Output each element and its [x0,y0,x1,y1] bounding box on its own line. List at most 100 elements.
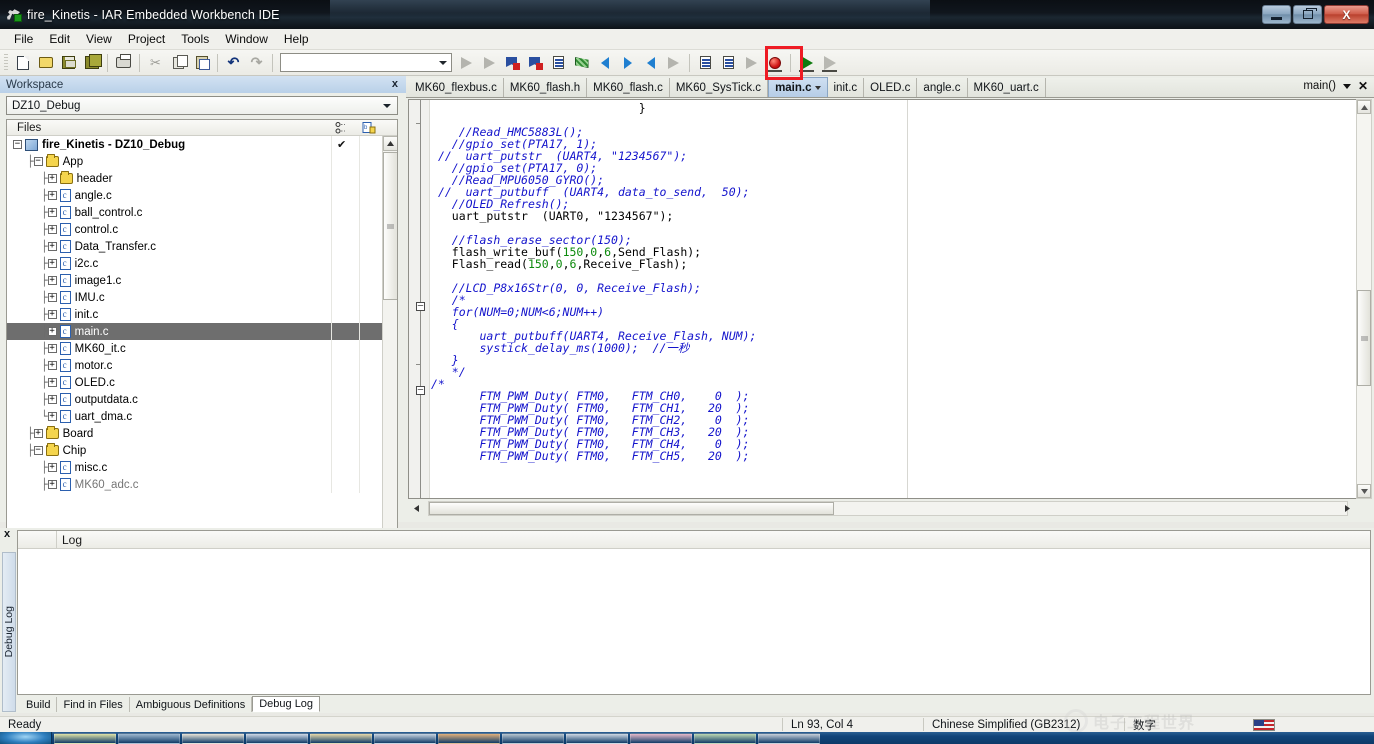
scroll-up-arrow[interactable] [383,136,397,151]
menu-tools[interactable]: Tools [173,30,217,49]
menu-window[interactable]: Window [217,30,276,49]
tree-item-outputdata-c[interactable]: ├+ outputdata.c [7,391,383,408]
editor-tab-mk60-flash-h[interactable]: MK60_flash.h [504,78,588,97]
tree-item-main-c[interactable]: ├+ main.c [7,323,383,340]
tree-expander-toggle[interactable]: + [47,395,57,404]
fold-marker-collapse[interactable]: – [416,302,425,311]
tree-item-mk60-it-c[interactable]: ├+ MK60_it.c [7,340,383,357]
tree-expander-toggle[interactable]: + [47,225,57,234]
scroll-up-arrow[interactable] [1357,100,1371,114]
tree-item-init-c[interactable]: ├+ init.c [7,306,383,323]
hscroll-right-arrow[interactable] [1339,501,1354,516]
maximize-button[interactable] [1293,5,1322,24]
save-icon[interactable] [57,52,80,74]
us-flag-icon[interactable] [1245,717,1283,733]
function-selector-label[interactable]: main() [1303,80,1336,92]
editor-tab-mk60-uart-c[interactable]: MK60_uart.c [968,78,1046,97]
chevron-down-icon[interactable] [1342,83,1351,89]
tree-vertical-scrollbar[interactable] [382,136,397,572]
tree-item-motor-c[interactable]: ├+ motor.c [7,357,383,374]
tree-expander-toggle[interactable]: + [47,310,57,319]
taskbar-item[interactable] [758,732,820,744]
taskbar-item[interactable] [438,732,500,744]
tree-item-misc-c[interactable]: ├+ misc.c [7,459,383,476]
open-folder-icon[interactable] [34,52,57,74]
build-configuration-select[interactable]: DZ10_Debug [6,96,398,115]
editor-tab-init-c[interactable]: init.c [828,78,865,97]
close-editor-icon[interactable]: ✕ [1358,79,1368,93]
tree-expander-toggle[interactable]: + [47,480,57,489]
new-document-icon[interactable] [11,52,34,74]
editor-horizontal-scrollbar[interactable] [428,501,1348,516]
paste-icon[interactable] [190,52,213,74]
menu-file[interactable]: File [6,30,41,49]
taskbar-item[interactable] [566,732,628,744]
close-button[interactable]: X [1324,5,1369,24]
chevron-down-icon[interactable] [814,85,821,90]
taskbar-item[interactable] [694,732,756,744]
tree-expander-toggle[interactable]: + [47,208,57,217]
tree-expander-toggle[interactable]: + [33,429,43,438]
save-all-icon[interactable] [80,52,103,74]
log-tab-debug-log[interactable]: Debug Log [252,696,321,712]
menu-help[interactable]: Help [276,30,317,49]
tree-item-fire-kinetis-dz10-debug[interactable]: − fire_Kinetis - DZ10_Debug ✔ [7,136,383,153]
tree-item-oled-c[interactable]: ├+ OLED.c [7,374,383,391]
tree-expander-toggle[interactable]: + [47,344,57,353]
log-tab-find-in-files[interactable]: Find in Files [57,697,130,712]
editor-hscroll-thumb[interactable] [429,502,834,515]
taskbar-item[interactable] [118,732,180,744]
taskbar-item[interactable] [502,732,564,744]
tree-item-ball-control-c[interactable]: ├+ ball_control.c [7,204,383,221]
build-all-icon[interactable] [717,52,740,74]
stop-build-icon[interactable] [740,52,763,74]
tree-item-angle-c[interactable]: ├+ angle.c [7,187,383,204]
chevron-down-icon[interactable] [383,104,391,108]
cut-icon[interactable]: ✂ [144,52,167,74]
tree-expander-toggle[interactable]: + [47,463,57,472]
tree-item-control-c[interactable]: ├+ control.c [7,221,383,238]
toolbar-grip[interactable] [4,53,8,72]
code-editor[interactable]: – – } //Read_HMC5883L(); //gpio_set(PTA1… [408,99,1372,499]
tree-expander-toggle[interactable]: + [47,259,57,268]
tree-item-header[interactable]: ├ + header [7,170,383,187]
log-tab-build[interactable]: Build [20,697,58,712]
tree-expander-toggle[interactable]: − [33,157,43,166]
print-icon[interactable] [112,52,135,74]
download-and-debug-button[interactable] [795,52,818,74]
tree-item-board[interactable]: ├ + Board [7,425,383,442]
editor-tab-oled-c[interactable]: OLED.c [864,78,918,97]
tree-item-image1-c[interactable]: ├+ image1.c [7,272,383,289]
tree-expander-toggle[interactable]: + [47,276,57,285]
taskbar-item[interactable] [374,732,436,744]
toggle-bookmark-icon[interactable] [455,52,478,74]
tree-item-chip[interactable]: ├ − Chip [7,442,383,459]
fold-marker-collapse[interactable]: – [416,386,425,395]
go-back-icon[interactable] [593,52,616,74]
tree-item-i2c-c[interactable]: ├+ i2c.c [7,255,383,272]
tree-expander-toggle[interactable]: − [33,446,43,455]
editor-tab-mk60-flexbus-c[interactable]: MK60_flexbus.c [409,78,504,97]
find-icon[interactable] [501,52,524,74]
tree-overview-icon[interactable] [334,121,348,135]
goto-line-icon[interactable] [547,52,570,74]
undo-icon[interactable]: ↶ [222,52,245,74]
editor-scroll-thumb[interactable] [1357,290,1371,386]
taskbar-item[interactable] [310,732,372,744]
menu-edit[interactable]: Edit [41,30,78,49]
taskbar-item[interactable] [246,732,308,744]
copy-icon[interactable] [167,52,190,74]
tree-expander-toggle[interactable]: + [47,327,57,336]
editor-tab-mk60-flash-c[interactable]: MK60_flash.c [587,78,670,97]
start-button[interactable] [0,732,52,744]
tree-expander-toggle[interactable]: + [47,361,57,370]
redo-icon[interactable]: ↷ [245,52,268,74]
menu-view[interactable]: View [78,30,120,49]
find-combo-box[interactable] [280,53,452,72]
tree-item-mk60-adc-c[interactable]: ├+ MK60_adc.c [7,476,383,493]
scroll-down-arrow[interactable] [1357,484,1371,498]
code-text[interactable]: } //Read_HMC5883L(); //gpio_set(PTA17, 1… [431,100,1371,498]
workspace-close-icon[interactable]: x [392,78,398,90]
editor-tab-angle-c[interactable]: angle.c [917,78,968,97]
tree-expander-toggle[interactable]: + [47,378,57,387]
